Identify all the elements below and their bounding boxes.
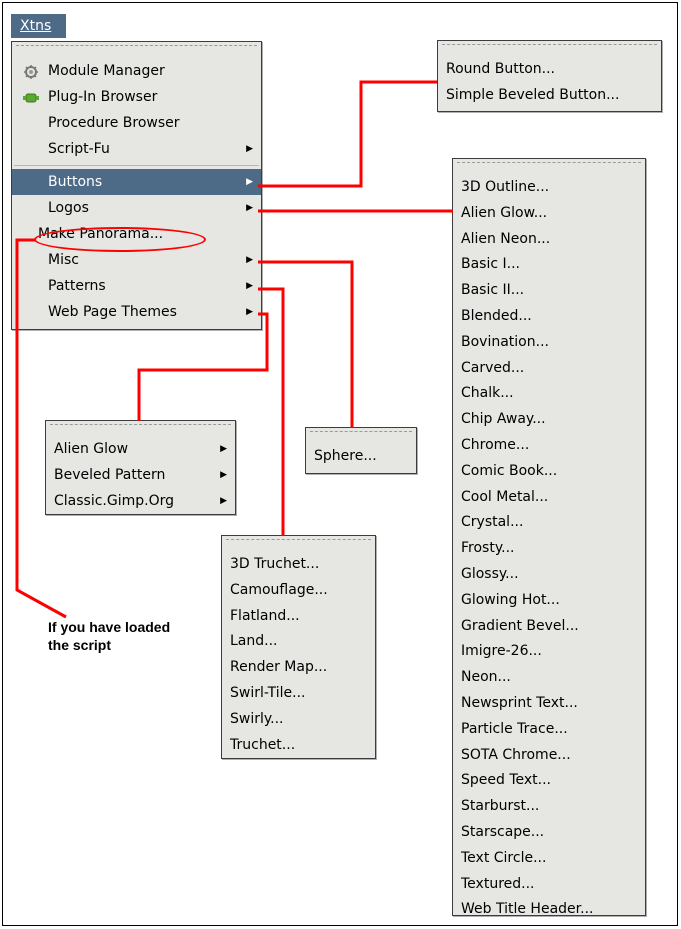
annotation-lines bbox=[15, 80, 453, 619]
annotation-note: If you have loaded the script bbox=[48, 618, 198, 654]
line-misc bbox=[258, 260, 354, 428]
line-patterns bbox=[258, 287, 285, 536]
panorama-highlight-ellipse bbox=[34, 227, 206, 252]
line-web-themes bbox=[137, 312, 269, 421]
annotation-line-2: the script bbox=[48, 637, 112, 653]
annotation-line-1: If you have loaded bbox=[48, 619, 171, 635]
line-panorama-note bbox=[15, 238, 67, 619]
line-buttons bbox=[258, 80, 437, 188]
